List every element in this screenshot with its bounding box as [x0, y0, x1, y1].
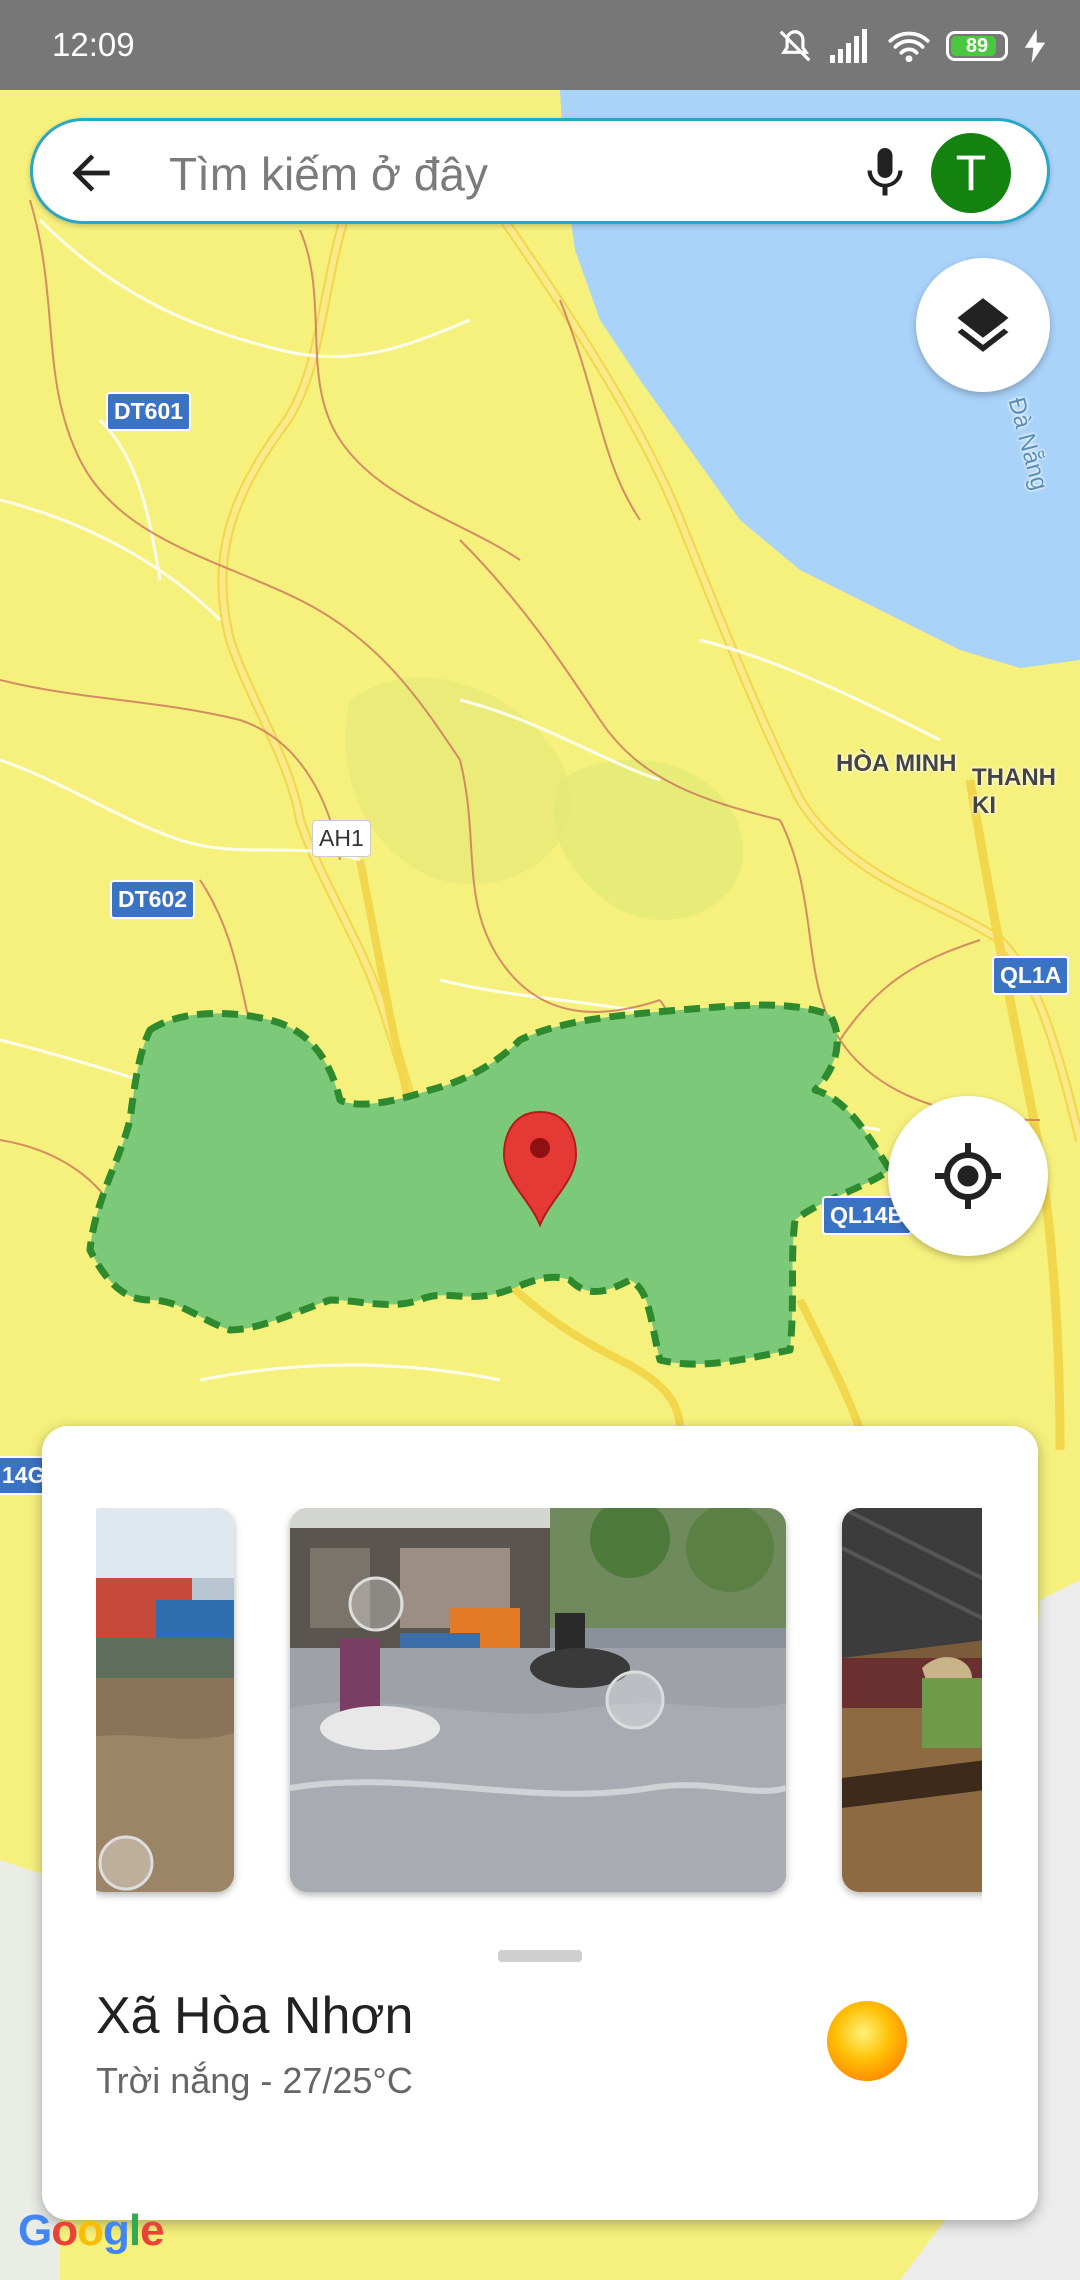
weather-summary: Trời nắng - 27/25°C: [96, 2060, 413, 2101]
back-arrow-icon[interactable]: [63, 145, 119, 201]
status-bar: 12:09 89: [0, 0, 1080, 90]
my-location-button[interactable]: [888, 1096, 1048, 1256]
road-label-ah1: AH1: [312, 820, 371, 857]
layers-icon: [957, 298, 1009, 352]
account-avatar[interactable]: T: [931, 133, 1011, 213]
road-label-dt601: DT601: [106, 392, 192, 431]
microphone-icon[interactable]: [855, 141, 915, 205]
google-logo: Google: [18, 2206, 165, 2255]
flood-photo-image: [842, 1508, 982, 1892]
place-info-sheet[interactable]: Xã Hòa Nhơn Trời nắng - 27/25°C: [42, 1426, 1038, 2220]
layers-button[interactable]: [916, 258, 1050, 392]
flood-photo-image: [290, 1508, 786, 1892]
photo-carousel[interactable]: [96, 1508, 982, 1918]
road-label-ql1a: QL1A: [992, 956, 1070, 995]
photo-flood-1[interactable]: [96, 1508, 234, 1892]
photo-flood-2[interactable]: [290, 1508, 786, 1892]
search-input[interactable]: Tìm kiếm ở đây: [169, 147, 488, 201]
place-label-thanh-khe: THANH KI: [972, 764, 1056, 819]
place-title: Xã Hòa Nhơn: [96, 1987, 414, 2045]
mute-icon: [779, 30, 811, 62]
sun-icon: [827, 2001, 907, 2081]
sheet-drag-handle[interactable]: [498, 1950, 582, 1962]
search-bar[interactable]: Tìm kiếm ở đây T: [30, 118, 1050, 224]
status-icons: 89: [776, 24, 1046, 68]
signal-icon: [830, 29, 867, 63]
road-label-dt602: DT602: [110, 880, 196, 919]
charging-icon: [1024, 29, 1046, 63]
place-label-hoa-minh: HÒA MINH: [836, 750, 957, 777]
battery-icon: 89: [946, 31, 1008, 61]
crosshair-icon: [935, 1143, 1001, 1209]
battery-level: 89: [965, 35, 989, 57]
status-time: 12:09: [52, 26, 135, 63]
wifi-icon: [888, 31, 930, 63]
photo-flood-3[interactable]: [842, 1508, 982, 1892]
flood-photo-image: [96, 1508, 234, 1892]
